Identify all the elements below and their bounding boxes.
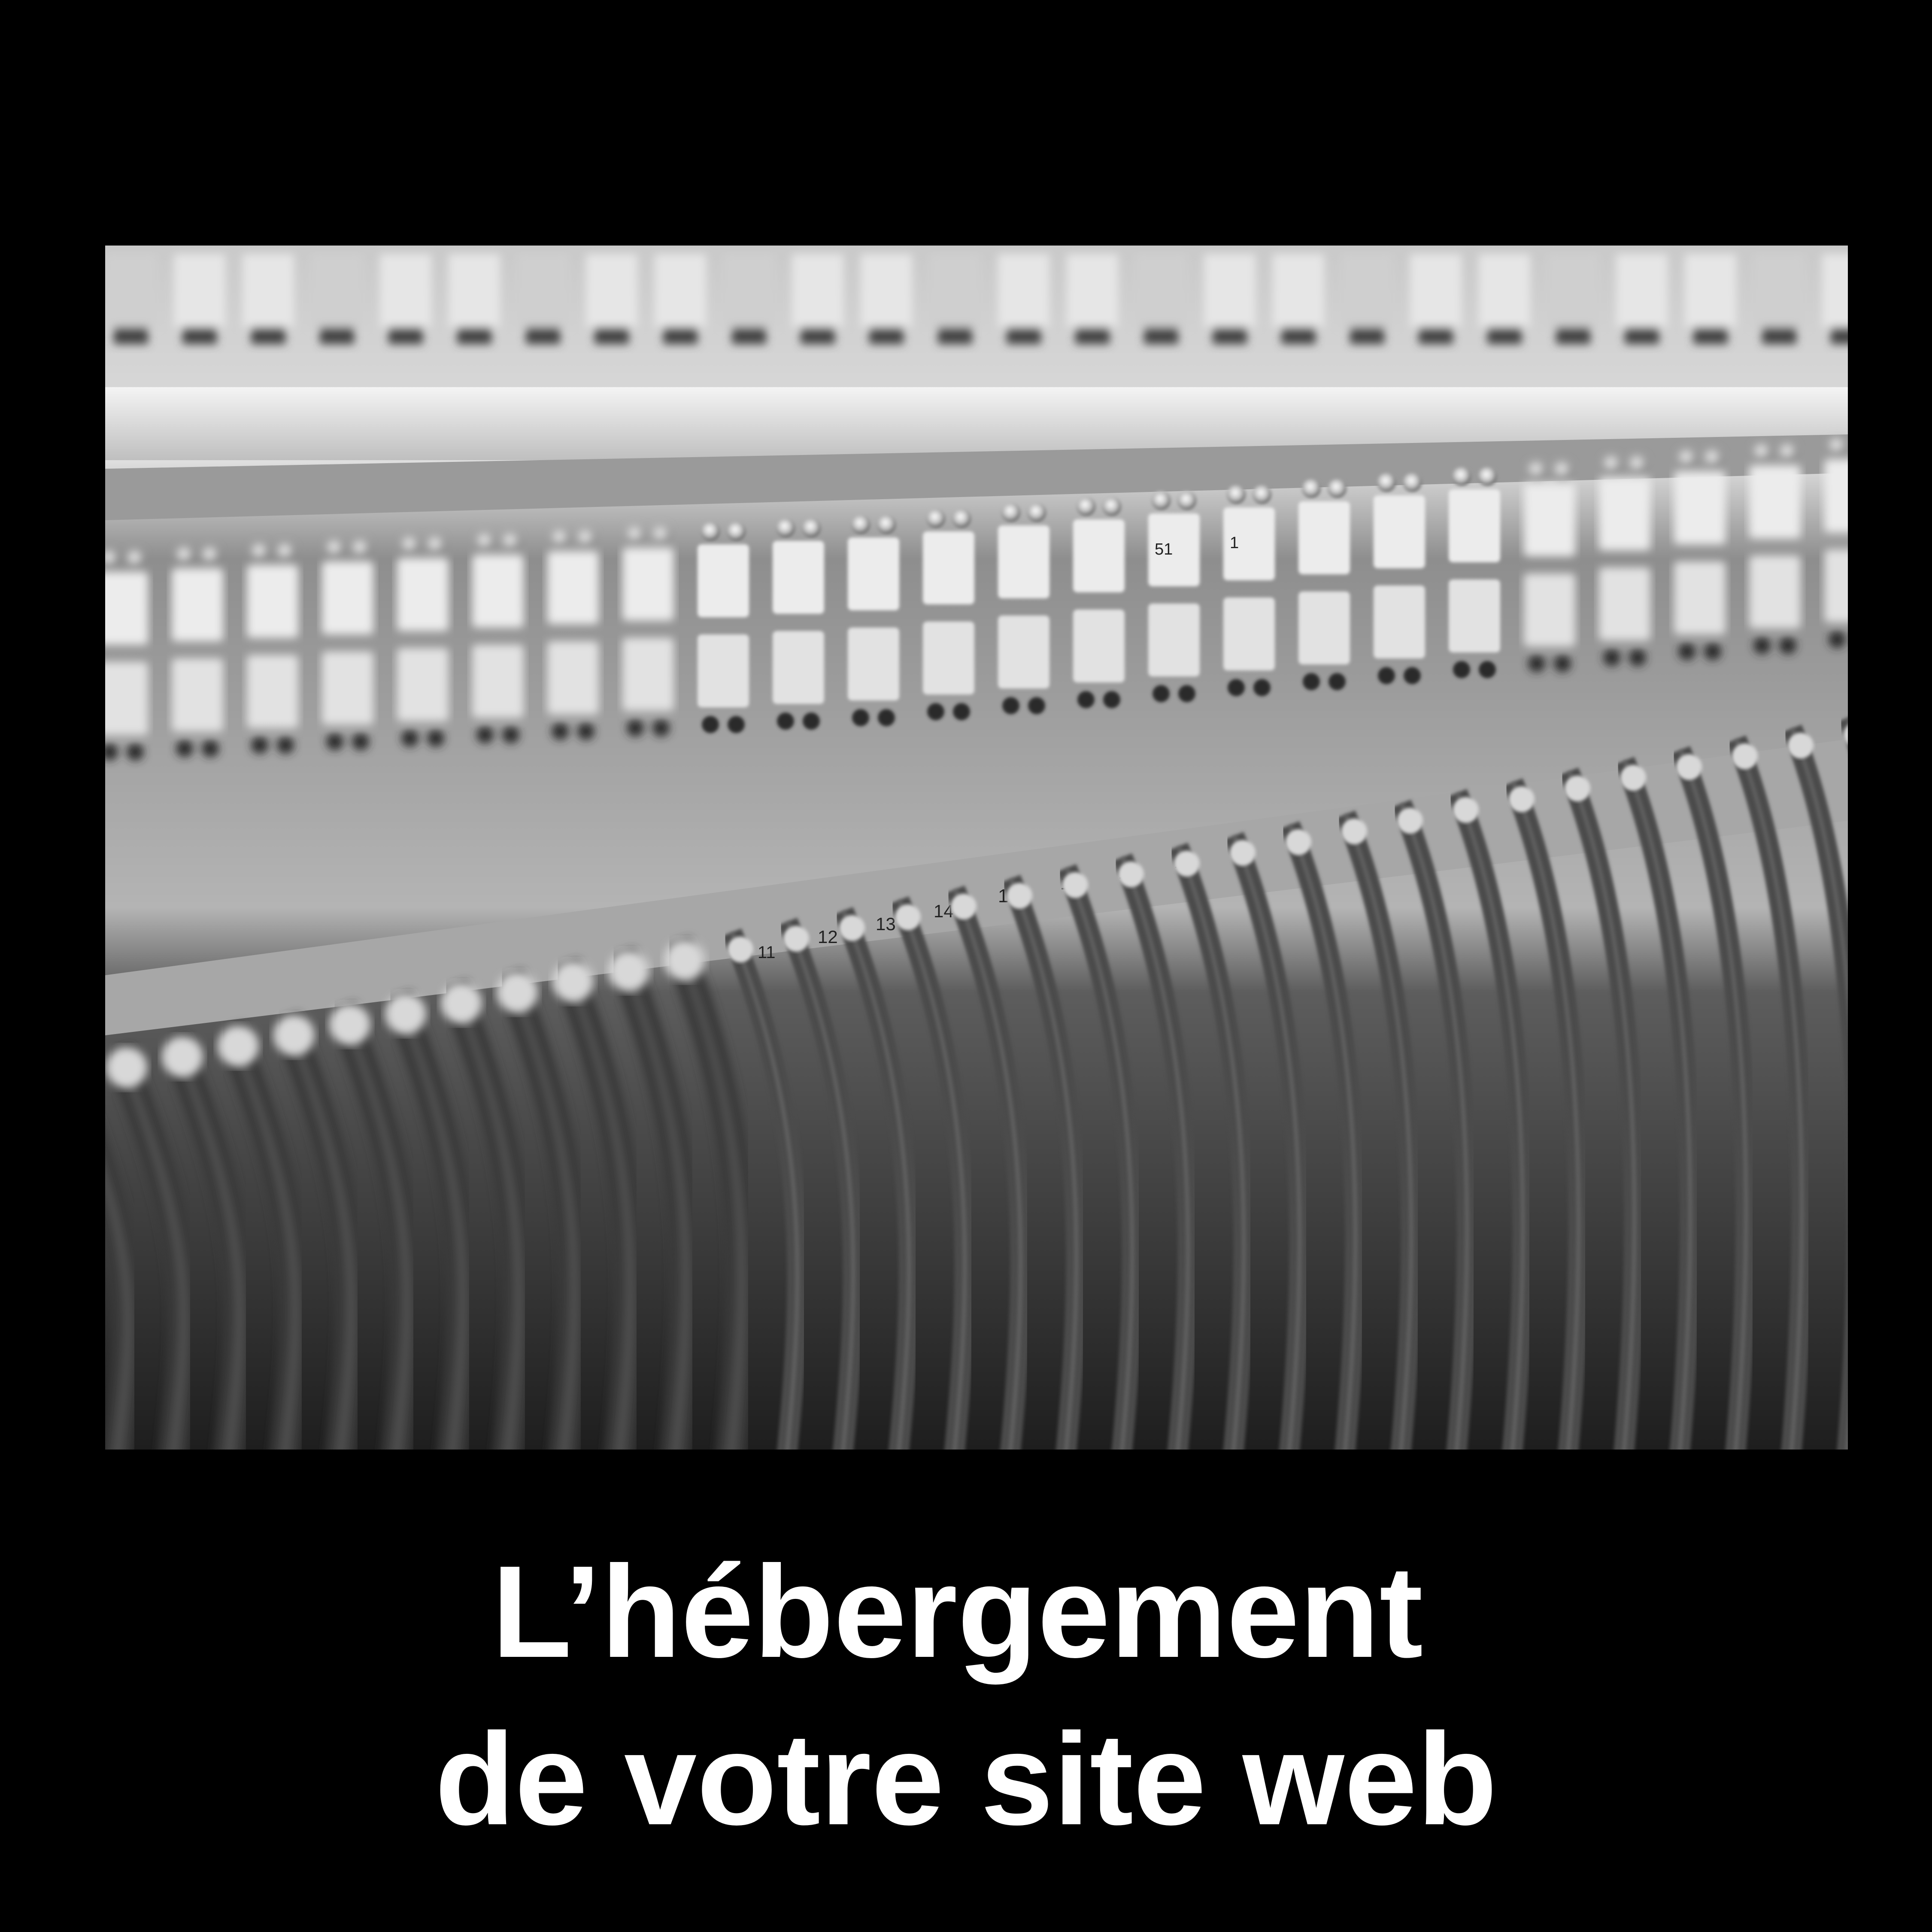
port-label-51: 51: [1155, 540, 1173, 558]
cable-connector: [1732, 743, 1758, 769]
cable-connector: [162, 1036, 203, 1077]
cable-connector: [664, 940, 705, 981]
cable-connector: [1286, 829, 1311, 855]
cable-connector: [1397, 808, 1423, 834]
caption-line-1: L’hébergement: [491, 1538, 1423, 1685]
cable-connector: [552, 961, 594, 1002]
cable-connector: [783, 926, 809, 952]
cable-connector: [1230, 840, 1256, 866]
cable-connector: [728, 937, 753, 962]
cable-connector: [1788, 733, 1814, 758]
server-patch-panel-photo: 51 1 11 12 13 14 15 16 17 18: [105, 246, 1848, 1450]
port-label-12: 12: [818, 927, 838, 947]
cable-connector: [951, 894, 977, 919]
caption-line-2: de votre site web: [435, 1706, 1497, 1852]
cable-connector: [1676, 754, 1702, 780]
cable-connector: [608, 950, 649, 992]
port-label-13: 13: [876, 914, 896, 934]
cable-connector: [1620, 765, 1646, 791]
cable-connector: [1341, 819, 1367, 844]
cable-connector: [497, 972, 538, 1013]
cable-connector: [1565, 776, 1590, 801]
cable-connector: [1509, 786, 1535, 812]
cable-connector: [839, 915, 865, 941]
cable-connector: [895, 904, 921, 930]
cable-connector: [1118, 861, 1144, 887]
port-label-1: 1: [1230, 534, 1239, 552]
cable-connector: [273, 1015, 315, 1056]
cable-connector: [329, 1004, 370, 1045]
cable-connector: [218, 1025, 259, 1067]
cable-connector: [106, 1047, 147, 1088]
cable-connector: [385, 993, 426, 1034]
cable-connector: [1453, 797, 1479, 823]
caption-title: L’hébergement de votre site web: [0, 1528, 1932, 1863]
cable-connector: [1007, 883, 1032, 909]
cable-connector: [1062, 872, 1088, 898]
cable-connector: [1174, 851, 1200, 877]
cable-connector: [441, 983, 482, 1024]
port-label-11: 11: [758, 943, 776, 962]
